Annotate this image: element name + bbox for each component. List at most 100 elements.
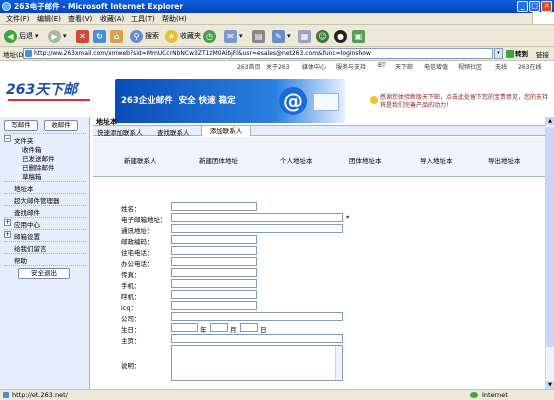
name-input[interactable] (171, 202, 257, 211)
sidebar-item-drafts[interactable]: 草稿箱 (22, 171, 42, 181)
office-phone-input[interactable] (171, 257, 257, 266)
tab-quick-add[interactable]: 快速添加联系人 (97, 127, 143, 137)
home-button[interactable]: ⌂ (110, 28, 125, 44)
envelope-icon (313, 93, 339, 111)
sidebar-item-settings[interactable]: 邮箱设置 (14, 231, 40, 241)
refresh-button[interactable]: ↻ (93, 28, 108, 44)
field-label-mobile: 手机： (121, 282, 141, 290)
birthday-year-label: 年 (200, 326, 207, 334)
compose-button[interactable]: 写邮件 (4, 120, 38, 131)
new-contact-link[interactable]: 新建联系人 (124, 155, 157, 165)
birthday-day-input[interactable] (240, 323, 258, 332)
field-label-company: 公司： (121, 315, 141, 323)
messenger-button[interactable]: ☺ (316, 28, 331, 44)
forward-button[interactable]: ▶ ▾ (48, 28, 67, 44)
birthday-month-input[interactable] (210, 323, 228, 332)
search-button[interactable]: ⚲ 搜索 (130, 28, 159, 44)
menu-bar: 文件(F) 编辑(E) 查看(V) 收藏(A) 工具(T) 帮助(H) (0, 12, 554, 25)
pager-input[interactable] (171, 290, 257, 299)
logo[interactable]: 263天下邮 (6, 79, 77, 99)
menu-file[interactable]: 文件(F) (6, 14, 30, 24)
refresh-icon: ↻ (93, 29, 106, 43)
history-icon: ◷ (203, 29, 216, 43)
homepage-input[interactable] (171, 334, 343, 343)
scroll-thumb[interactable] (546, 127, 554, 347)
birthday-month-label: 月 (230, 326, 237, 334)
ie-icon (2, 2, 11, 11)
discuss-button[interactable]: ▦ (298, 28, 313, 44)
topnav-link[interactable]: 263首页 (237, 62, 260, 71)
export-addressbook-link[interactable]: 导出地址本 (488, 155, 521, 165)
back-button[interactable]: ◀ 后退 ▾ (4, 28, 39, 44)
topnav-link[interactable]: 媒体中心 (302, 62, 326, 71)
apps-expand-toggle[interactable]: + (4, 219, 11, 226)
qq-button[interactable]: ● (334, 28, 349, 44)
address-field[interactable] (171, 224, 343, 233)
sidebar-item-help[interactable]: 帮助 (14, 255, 27, 265)
personal-addressbook-link[interactable]: 个人地址本 (280, 155, 313, 165)
topnav-link[interactable]: 电信增值 (424, 62, 448, 71)
scroll-up-arrow-icon[interactable]: ▲ (546, 117, 554, 125)
close-button[interactable]: ✕ (541, 1, 552, 12)
new-group-link[interactable]: 新建团体地址 (199, 155, 238, 165)
sidebar-item-addressbook[interactable]: 地址本 (14, 183, 34, 193)
stop-button[interactable]: ✕ (76, 28, 91, 44)
page-scrollbar[interactable]: ▲ ▼ (545, 117, 554, 389)
minimize-button[interactable]: _ (517, 1, 528, 12)
address-input[interactable]: http://ww.263xmail.com/xmweb?sid=MmUCcrN… (23, 48, 493, 59)
menu-edit[interactable]: 编辑(E) (37, 14, 61, 24)
sidebar-item-find-mail[interactable]: 查找邮件 (14, 207, 40, 217)
address-dropdown-button[interactable]: ▾ (494, 48, 503, 59)
field-label-zip: 邮政编码： (121, 238, 154, 246)
go-button[interactable]: 转到 (506, 48, 528, 58)
scroll-down-arrow-icon[interactable]: ▼ (546, 381, 554, 389)
status-zone: Internet (482, 391, 508, 399)
menu-help[interactable]: 帮助(H) (162, 14, 187, 24)
menu-tools[interactable]: 工具(T) (131, 14, 155, 24)
sidebar-item-apps[interactable]: 应用中心 (14, 219, 40, 229)
company-input[interactable] (171, 312, 343, 321)
email-input[interactable] (171, 213, 343, 222)
edit-button[interactable]: ✎ ▾ (272, 28, 291, 44)
import-addressbook-link[interactable]: 导入地址本 (420, 155, 453, 165)
settings-expand-toggle[interactable]: + (4, 231, 11, 238)
notes-scrollbar[interactable] (335, 346, 342, 380)
receive-button[interactable]: 收邮件 (44, 120, 78, 131)
notes-textarea[interactable] (171, 345, 343, 381)
logout-button[interactable]: 安全退出 (18, 268, 70, 279)
zip-input[interactable] (171, 235, 257, 244)
mobile-input[interactable] (171, 279, 257, 288)
tab-bar: 快速添加联系人 查找联系人 添加联系人 (93, 125, 545, 137)
links-button[interactable]: 链接 (536, 49, 549, 59)
sidebar-item-large-attachments[interactable]: 超大邮件管理器 (14, 195, 60, 205)
search-icon: ⚲ (130, 29, 143, 43)
topnav-link[interactable]: 视频社区 (458, 62, 482, 71)
feedback-notice[interactable]: 感谢您体验新版天下邮，点击此处留下您的宝贵意见，您的支持将是我们完善产品的动力！ (380, 94, 550, 110)
tab-add-contact[interactable]: 添加联系人 (201, 125, 251, 136)
mail-button[interactable]: ✉ ▾ (224, 28, 243, 44)
icq-input[interactable] (171, 301, 257, 310)
topnav-link[interactable]: 263在线 (518, 62, 541, 71)
topnav-link[interactable]: 无线 (495, 62, 507, 71)
field-label-name: 姓名： (121, 205, 141, 213)
field-label-homepage: 主页： (121, 337, 141, 345)
home-phone-input[interactable] (171, 246, 257, 255)
topnav-link[interactable]: 天下邮 (395, 62, 413, 71)
tab-find-contact[interactable]: 查找联系人 (157, 127, 190, 137)
top-nav: 263首页 关于263 媒体中心 服务与支持 BT 天下邮 电信增值 视频社区 … (0, 61, 554, 71)
menu-view[interactable]: 查看(V) (68, 14, 92, 24)
birthday-year-input[interactable] (171, 323, 198, 332)
topnav-link[interactable]: 服务与支持 (336, 62, 366, 71)
favorites-button[interactable]: ★ 收藏夹 (165, 28, 201, 44)
extra-button[interactable]: ▣ (352, 28, 367, 44)
history-button[interactable]: ◷ (203, 28, 218, 44)
folders-collapse-toggle[interactable]: − (4, 135, 11, 142)
sidebar-item-feedback[interactable]: 给我们留言 (14, 243, 47, 253)
print-button[interactable]: ▤ (252, 28, 267, 44)
group-addressbook-link[interactable]: 团体地址本 (349, 155, 382, 165)
topnav-link[interactable]: 关于263 (266, 62, 289, 71)
maximize-button[interactable]: □ (529, 1, 540, 12)
topnav-link[interactable]: BT (378, 62, 386, 69)
menu-favorites[interactable]: 收藏(A) (100, 14, 124, 24)
fax-input[interactable] (171, 268, 257, 277)
